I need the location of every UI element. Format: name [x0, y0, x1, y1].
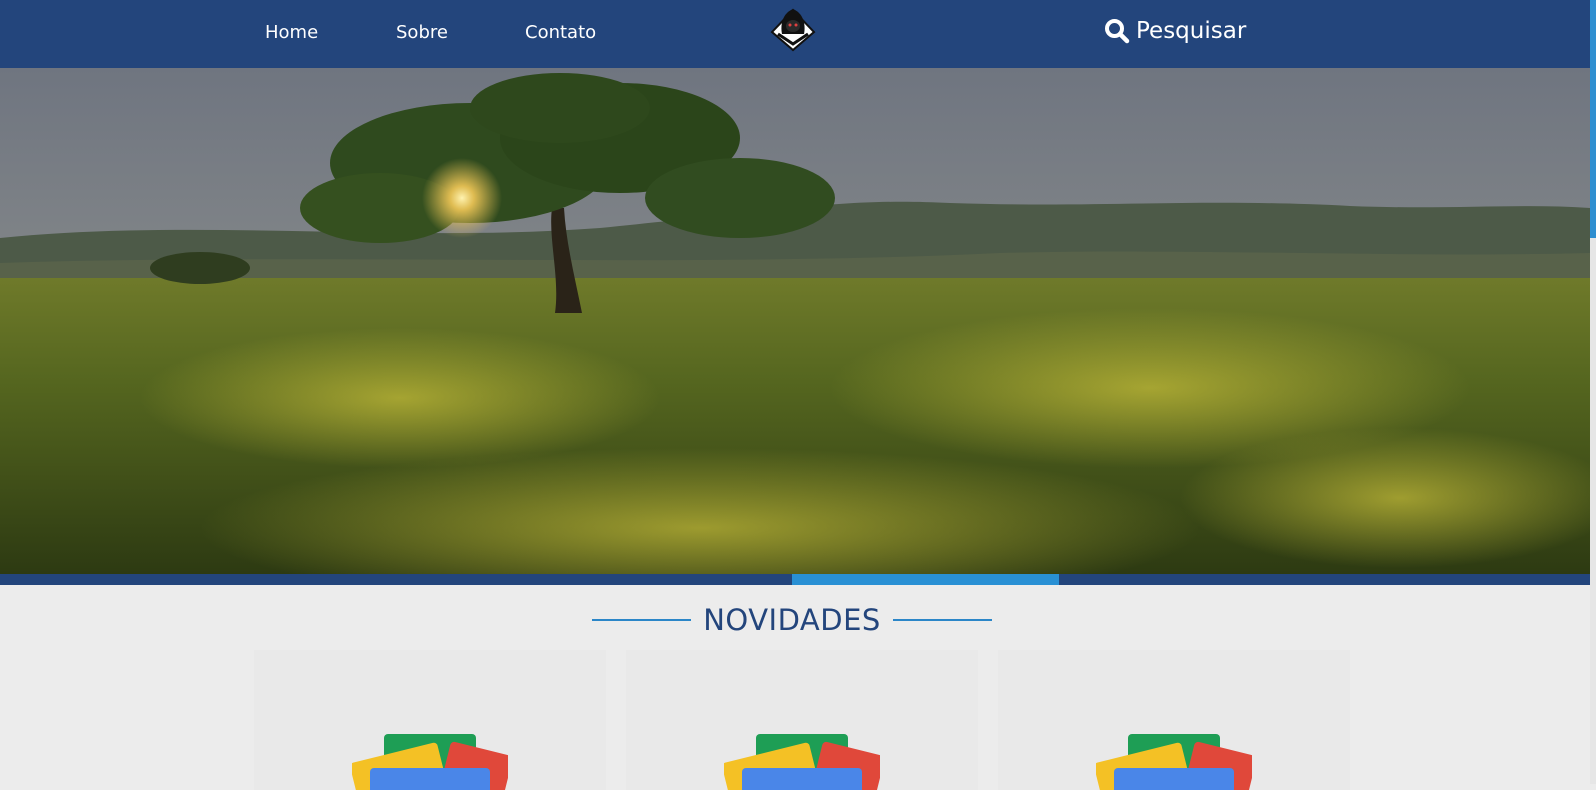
news-card[interactable]	[626, 650, 978, 790]
top-navbar: Home Sobre Contato Pesquisar	[0, 0, 1590, 68]
nav-link-sobre[interactable]: Sobre	[396, 22, 448, 43]
google-news-icon	[352, 734, 508, 790]
section-title: NOVIDADES	[703, 603, 881, 637]
google-news-icon	[1096, 734, 1252, 790]
title-decor-line-right	[892, 619, 992, 621]
hooded-figure-logo-icon[interactable]	[768, 4, 818, 52]
search-label: Pesquisar	[1136, 18, 1247, 44]
news-card[interactable]	[254, 650, 606, 790]
search-icon	[1105, 19, 1130, 44]
section-heading: NOVIDADES	[592, 600, 992, 640]
google-news-icon	[724, 734, 880, 790]
search-button[interactable]: Pesquisar	[1104, 14, 1246, 48]
title-decor-line-left	[592, 619, 692, 621]
nav-link-home[interactable]: Home	[265, 22, 318, 43]
page-scrollbar-thumb[interactable]	[1590, 0, 1596, 238]
nav-link-contato[interactable]: Contato	[525, 22, 596, 43]
news-card[interactable]	[998, 650, 1350, 790]
slider-active-indicator[interactable]	[792, 574, 1059, 585]
hero-banner-image	[0, 68, 1590, 574]
